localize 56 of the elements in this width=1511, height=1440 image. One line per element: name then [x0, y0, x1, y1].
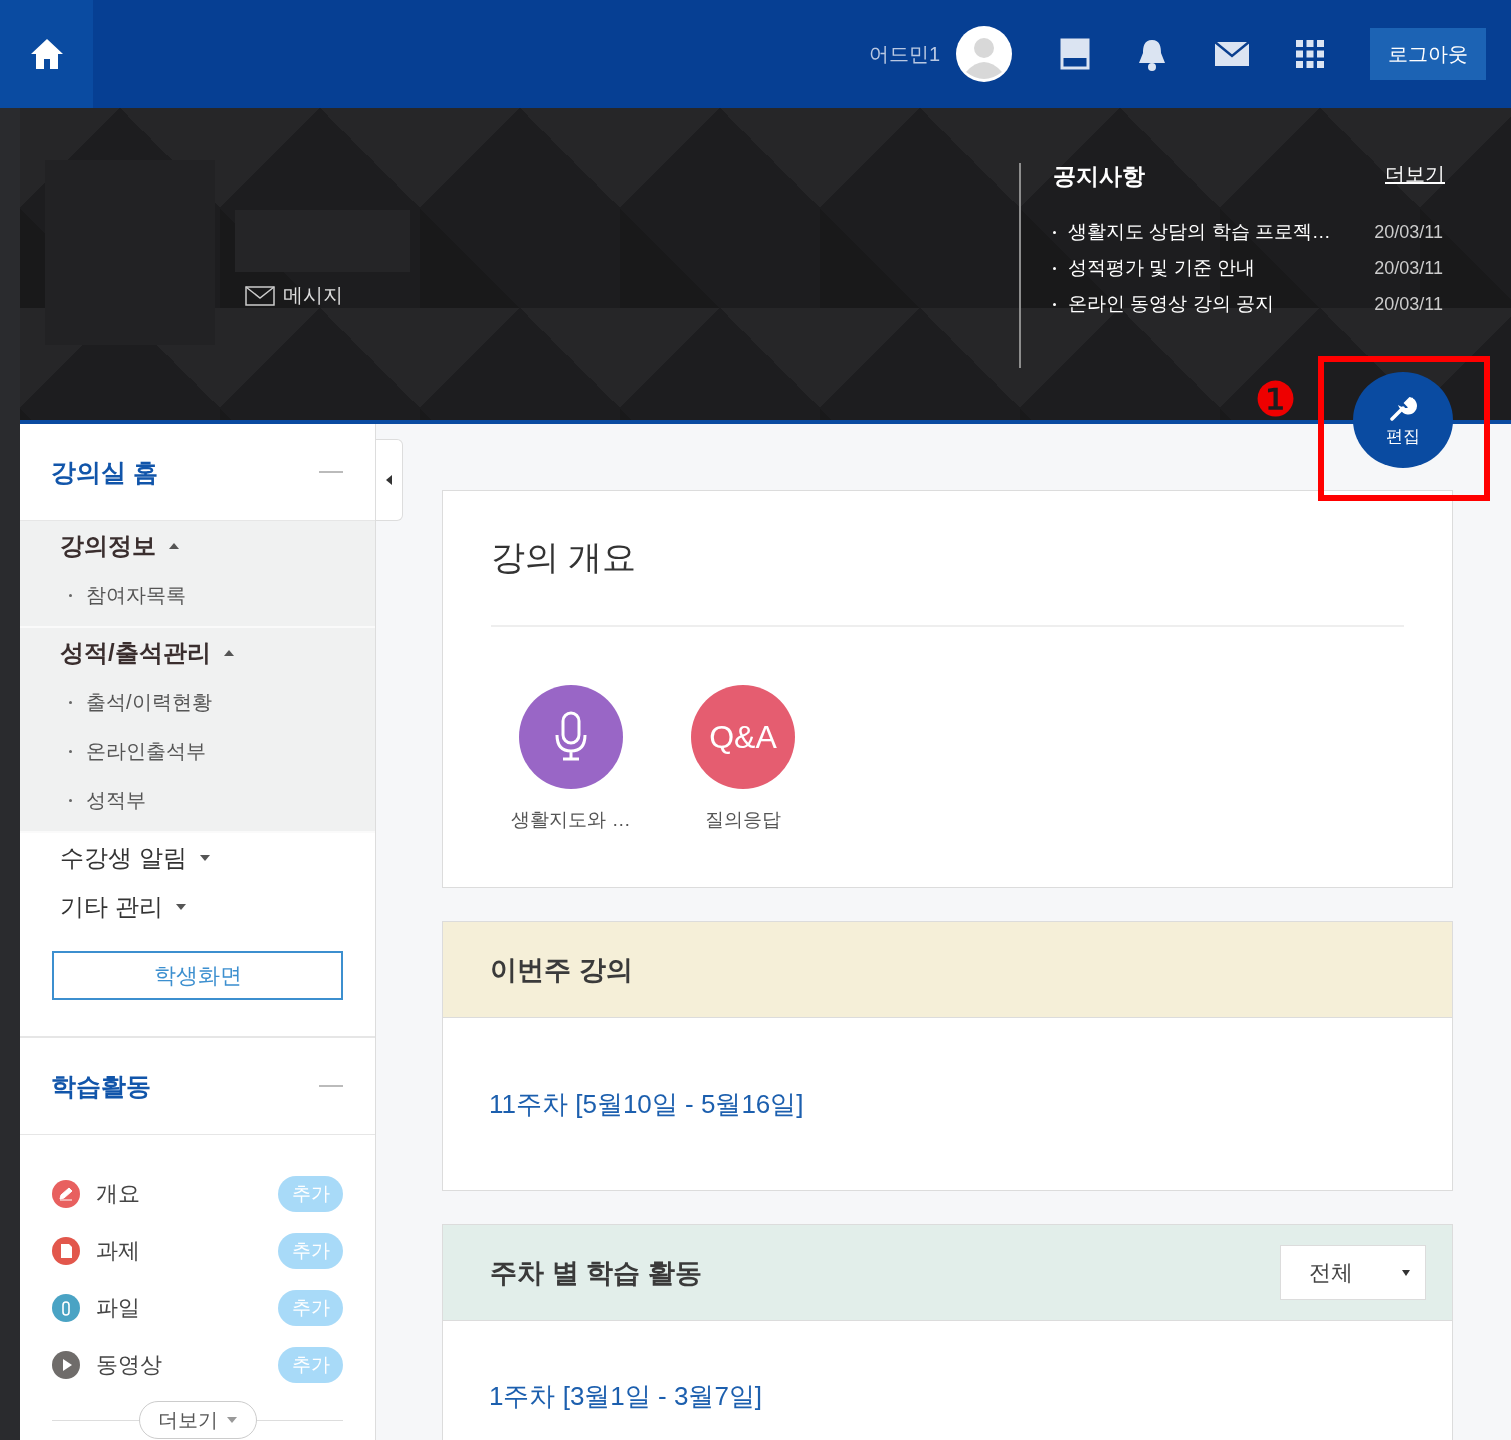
notice-link[interactable]: 온라인 동영상 강의 공지	[1068, 291, 1375, 317]
sidebar-title: 강의실 홈	[51, 456, 158, 488]
mail-icon[interactable]	[1214, 41, 1250, 67]
activity-item[interactable]: 개요	[96, 1178, 278, 1209]
notice-link[interactable]: 성적평가 및 기준 안내	[1068, 255, 1375, 281]
edit-button[interactable]: 편집	[1353, 372, 1453, 468]
activity-item[interactable]: 파일	[96, 1292, 278, 1323]
activity-item[interactable]: 과제	[96, 1235, 278, 1266]
bullet-icon	[69, 750, 72, 753]
filter-dropdown[interactable]: 전체	[1280, 1245, 1426, 1300]
week-link[interactable]: 1주차 [3월1일 - 3월7일]	[489, 1378, 763, 1414]
submenu-item[interactable]: 성적부	[86, 787, 146, 814]
section-title: 이번주 강의	[490, 953, 633, 987]
card-title: 강의 개요	[491, 491, 1404, 627]
notice-date: 20/03/11	[1374, 293, 1443, 315]
bullet-icon	[1053, 266, 1056, 270]
more-button[interactable]: 더보기	[138, 1401, 257, 1439]
bullet-icon	[69, 799, 72, 802]
caret-icon	[1401, 1268, 1411, 1277]
notice-date: 20/03/11	[1374, 257, 1443, 279]
bullet-icon	[1053, 230, 1056, 234]
menu-item[interactable]: 성적/출석관리	[60, 628, 375, 678]
home-button[interactable]	[0, 0, 93, 108]
submenu-item[interactable]: 출석/이력현황	[86, 689, 212, 716]
caret-icon	[198, 853, 211, 862]
menu-item[interactable]: 기타 관리	[60, 882, 375, 931]
avatar-icon[interactable]	[956, 26, 1012, 82]
bullet-icon	[69, 701, 72, 704]
submenu-item[interactable]: 참여자목록	[86, 582, 186, 609]
activity-item[interactable]: 동영상	[96, 1349, 278, 1380]
menu-item[interactable]: 수강생 알림	[60, 833, 375, 882]
caret-icon	[225, 1416, 238, 1424]
bullet-icon	[69, 594, 72, 597]
notice-title: 공지사항	[1053, 162, 1145, 191]
caret-icon	[385, 474, 393, 486]
message-link[interactable]: 메시지	[245, 282, 410, 309]
envelope-icon	[245, 285, 275, 306]
section-title: 주차 별 학습 활동	[490, 1256, 702, 1290]
notice-date: 20/03/11	[1374, 221, 1443, 243]
panel-icon[interactable]	[1060, 38, 1090, 70]
apps-grid-icon[interactable]	[1296, 40, 1324, 68]
sidebar-title: 학습활동	[51, 1070, 151, 1102]
caret-icon	[222, 649, 235, 657]
notice-link[interactable]: 생활지도 상담의 학습 프로젝…	[1068, 219, 1375, 245]
week-link[interactable]: 11주차 [5월10일 - 5월16일]	[489, 1086, 804, 1122]
menu-item[interactable]: 강의정보	[60, 521, 375, 571]
logout-button[interactable]: 로그아웃	[1370, 28, 1486, 80]
submenu-item[interactable]: 온라인출석부	[86, 738, 206, 765]
caret-icon	[168, 542, 180, 550]
user-name[interactable]: 어드민1	[868, 40, 940, 68]
bell-icon[interactable]	[1136, 37, 1168, 71]
more-link[interactable]: 더보기	[1385, 161, 1445, 192]
caret-icon	[174, 902, 187, 911]
bullet-icon	[1053, 302, 1056, 306]
annotation-marker: ❶	[1254, 376, 1297, 424]
sidebar-toggle-button[interactable]	[376, 439, 403, 521]
